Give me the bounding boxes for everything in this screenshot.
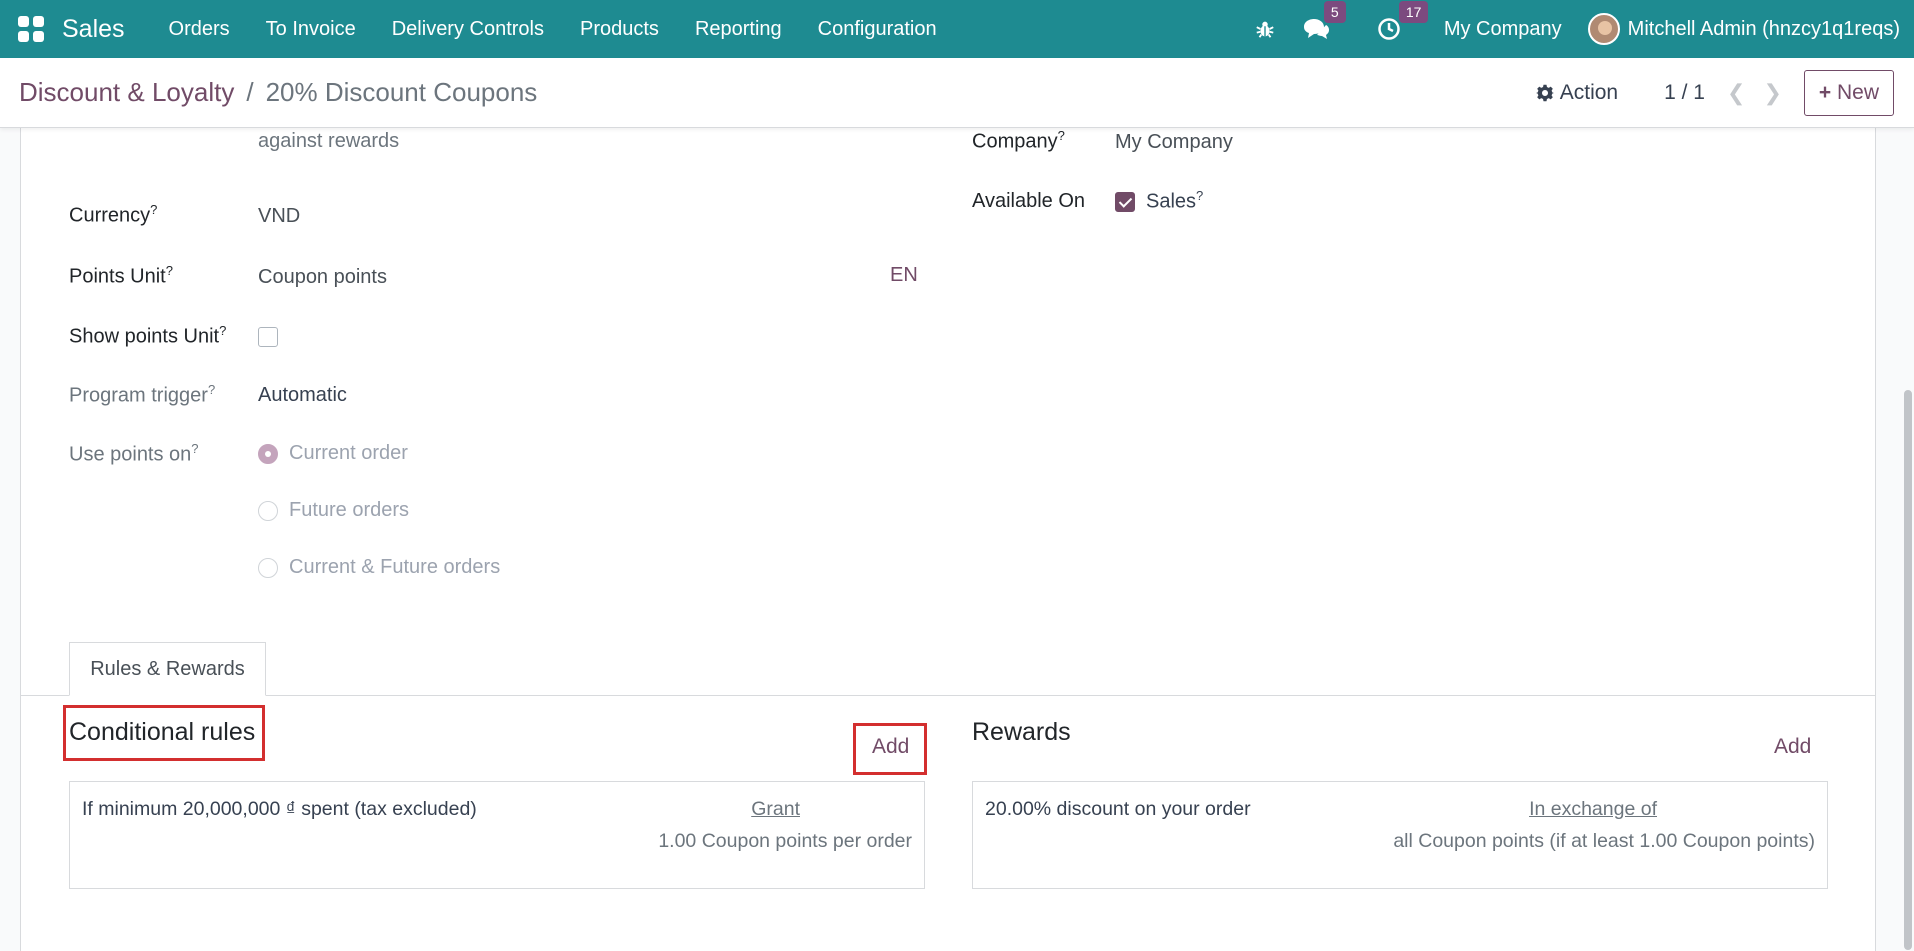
currency-field[interactable]: VND (258, 205, 300, 228)
reward-exchange-link[interactable]: In exchange of (1529, 798, 1657, 821)
company-switcher[interactable]: My Company (1444, 18, 1562, 41)
control-panel: Discount & Loyalty / 20% Discount Coupon… (0, 58, 1914, 128)
plus-icon: + (1818, 81, 1832, 104)
rewards-add-button[interactable]: Add (1774, 735, 1811, 759)
user-menu[interactable]: Mitchell Admin (hnzcy1q1reqs) (1628, 18, 1900, 41)
apps-grid-icon[interactable] (18, 16, 44, 42)
new-button-label: New (1836, 81, 1879, 104)
radio-current-order[interactable] (258, 444, 278, 464)
debug-bug-icon[interactable] (1254, 18, 1276, 40)
menu-configuration[interactable]: Configuration (800, 18, 955, 41)
rule-condition-text: If minimum 20,000,000 ₫ spent (tax exclu… (82, 798, 477, 820)
points-unit-field[interactable]: Coupon points (258, 266, 387, 289)
program-trigger-field: Automatic (258, 384, 347, 406)
breadcrumb: Discount & Loyalty / 20% Discount Coupon… (19, 77, 537, 108)
activities-badge: 17 (1398, 1, 1429, 23)
radio-future-orders-label: Future orders (289, 499, 410, 521)
rule-grant-link[interactable]: Grant (751, 798, 800, 821)
radio-future-orders[interactable] (258, 501, 278, 521)
currency-label: Currency? (69, 202, 158, 227)
app-name[interactable]: Sales (62, 15, 125, 44)
conditional-rules-title: Conditional rules (69, 718, 256, 746)
available-on-sales-label: Sales? (1146, 188, 1204, 213)
menu-orders[interactable]: Orders (151, 18, 248, 41)
messages-badge: 5 (1323, 1, 1346, 23)
description-field-cont[interactable]: against rewards (258, 130, 399, 153)
radio-current-future-orders-label: Current & Future orders (289, 556, 501, 578)
available-on-sales-checkbox[interactable] (1115, 192, 1135, 212)
rewards-title: Rewards (972, 718, 1071, 746)
tab-divider (21, 695, 1875, 696)
radio-current-order-label: Current order (289, 442, 408, 464)
available-on-label: Available On (972, 190, 1086, 212)
company-label: Company? (972, 128, 1065, 153)
breadcrumb-current: 20% Discount Coupons (265, 77, 538, 107)
tab-rules-rewards[interactable]: Rules & Rewards (69, 642, 266, 696)
points-unit-label: Points Unit? (69, 263, 173, 288)
form-sheet: against rewards Currency? VND Points Uni… (20, 128, 1876, 951)
rule-card[interactable]: If minimum 20,000,000 ₫ spent (tax exclu… (69, 781, 925, 889)
breadcrumb-parent-link[interactable]: Discount & Loyalty (19, 77, 234, 108)
show-points-checkbox[interactable] (258, 327, 278, 347)
action-label: Action (1559, 81, 1619, 104)
pager-next-icon[interactable]: ❯ (1763, 80, 1781, 106)
show-points-label: Show points Unit? (69, 323, 227, 348)
action-menu-button[interactable]: Action (1535, 81, 1619, 105)
breadcrumb-separator: / (246, 77, 254, 107)
user-avatar[interactable] (1587, 13, 1620, 45)
activities-clock-icon[interactable]: 17 (1377, 1, 1429, 41)
reward-description-text: 20.00% discount on your order (985, 798, 1251, 820)
messages-chat-icon[interactable]: 5 (1302, 1, 1346, 41)
gear-icon (1535, 84, 1554, 102)
reward-exchange-text: all Coupon points (if at least 1.00 Coup… (1393, 830, 1815, 852)
pager-value[interactable]: 1 / 1 (1664, 81, 1705, 105)
radio-current-future-orders[interactable] (258, 558, 278, 578)
new-button[interactable]: + New (1803, 70, 1894, 116)
program-trigger-label: Program trigger? (69, 382, 216, 407)
rules-add-button[interactable]: Add (872, 735, 909, 759)
menu-products[interactable]: Products (562, 18, 677, 41)
use-points-label: Use points on? (69, 441, 199, 466)
top-navbar: Sales Orders To Invoice Delivery Control… (0, 0, 1914, 58)
menu-to-invoice[interactable]: To Invoice (248, 18, 374, 41)
pager-prev-icon[interactable]: ❮ (1727, 80, 1745, 106)
translate-lang-button[interactable]: EN (890, 264, 918, 287)
reward-card[interactable]: 20.00% discount on your order In exchang… (972, 781, 1828, 889)
menu-delivery-controls[interactable]: Delivery Controls (374, 18, 562, 41)
company-field[interactable]: My Company (1115, 131, 1233, 154)
rule-grant-text: 1.00 Coupon points per order (658, 830, 912, 852)
page-scrollbar[interactable] (1904, 390, 1912, 950)
menu-reporting[interactable]: Reporting (677, 18, 800, 41)
